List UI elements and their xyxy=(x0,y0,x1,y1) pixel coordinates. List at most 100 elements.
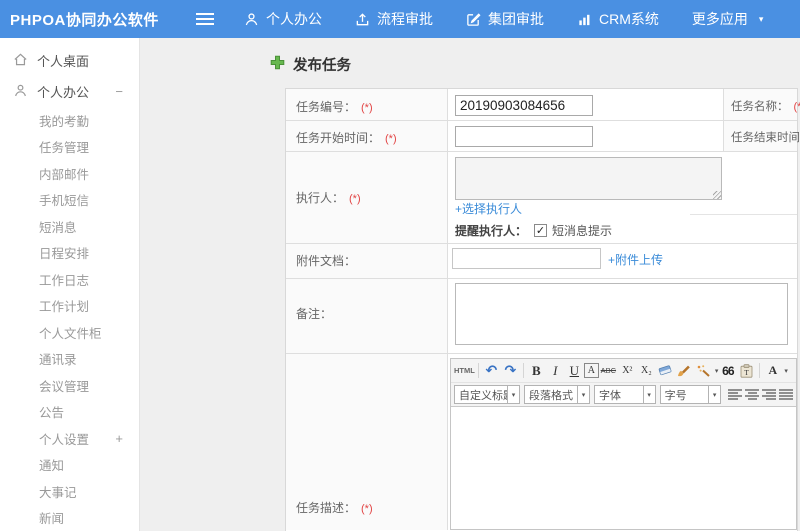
magic-wand-icon[interactable] xyxy=(694,361,713,380)
html-source-button[interactable]: HTML xyxy=(454,361,475,380)
sidebar-item-internal-mail[interactable]: 内部邮件 xyxy=(0,160,139,187)
remark-textarea[interactable] xyxy=(455,283,788,345)
sms-checkbox[interactable]: ✓ xyxy=(534,224,548,237)
dropdown-label: 段落格式 xyxy=(529,389,573,402)
sidebar-item-personal-settings[interactable]: 个人设置 + xyxy=(0,425,139,452)
choose-executor-link[interactable]: +选择执行人 xyxy=(455,200,522,217)
nav-crm-system[interactable]: CRM系统 xyxy=(577,9,659,29)
bold-button[interactable]: B xyxy=(527,361,546,380)
font-color-button[interactable]: A xyxy=(763,361,782,380)
font-family-dropdown[interactable]: 字体 ▾ xyxy=(594,385,656,404)
italic-button[interactable]: I xyxy=(546,361,565,380)
sidebar-item-contacts[interactable]: 通讯录 xyxy=(0,346,139,373)
caret-down-icon: ▾ xyxy=(758,13,764,24)
caret-down-icon: ▾ xyxy=(507,386,519,403)
remark-label: 备注： xyxy=(296,307,333,321)
align-right-icon[interactable] xyxy=(762,389,777,400)
row-divider xyxy=(690,214,797,215)
svg-text:T: T xyxy=(745,368,750,377)
editor-content[interactable] xyxy=(451,407,796,529)
rich-text-editor: HTML ↶ ↷ B I U A ABC X² X₂ ▾ 66 T A ▾ 自定… xyxy=(450,358,797,530)
sidebar-item-schedule[interactable]: 日程安排 xyxy=(0,240,139,267)
nav-more-apps[interactable]: 更多应用 ▾ xyxy=(692,9,764,29)
expand-icon[interactable]: + xyxy=(115,431,123,446)
subscript-button[interactable]: X₂ xyxy=(637,361,656,380)
sidebar-item-label: 个人办公 xyxy=(37,85,90,100)
sidebar-item-work-plan[interactable]: 工作计划 xyxy=(0,293,139,320)
font-name-button[interactable]: A xyxy=(583,363,599,378)
page-title-row: 发布任务 xyxy=(270,54,351,75)
task-number-input[interactable] xyxy=(455,95,593,116)
sidebar-item-label: 个人设置 xyxy=(39,432,90,447)
underline-button[interactable]: U xyxy=(565,361,584,380)
caret-down-icon[interactable]: ▾ xyxy=(784,367,788,375)
strikethrough-button[interactable]: ABC xyxy=(599,361,618,380)
sms-checkbox-label: 短消息提示 xyxy=(552,224,613,238)
resize-grip[interactable] xyxy=(713,191,721,199)
menu-toggle-icon[interactable] xyxy=(196,13,214,25)
sidebar-item-memorabilia[interactable]: 大事记 xyxy=(0,478,139,505)
sidebar-item-label: 日程安排 xyxy=(39,247,90,262)
attachment-input[interactable] xyxy=(452,248,601,269)
nav-label: 集团审批 xyxy=(488,11,544,27)
row-divider xyxy=(286,151,797,152)
paragraph-format-dropdown[interactable]: 段落格式 ▾ xyxy=(524,385,590,404)
sidebar-item-meeting-management[interactable]: 会议管理 xyxy=(0,372,139,399)
sidebar-item-label: 公告 xyxy=(39,406,65,421)
task-form: 任务编号： (*) 任务开始时间： (*) 执行人： (*) 附件文档： 备注： 任务… xyxy=(285,88,800,531)
home-icon xyxy=(13,52,28,70)
blockquote-button[interactable]: 66 xyxy=(718,361,737,380)
sidebar-item-news[interactable]: 新闻 xyxy=(0,505,139,531)
row-divider xyxy=(286,353,797,354)
required-mark: (*) xyxy=(793,101,800,113)
align-justify-icon[interactable] xyxy=(779,389,794,400)
executor-label: 执行人： (*) xyxy=(296,191,361,205)
sidebar-item-announcement[interactable]: 公告 xyxy=(0,399,139,426)
paste-plain-icon[interactable]: T xyxy=(737,361,756,380)
app-logo: PHPOA协同办公软件 xyxy=(10,11,159,29)
edit-icon xyxy=(466,12,481,27)
remind-executor-row: 提醒执行人： ✓ 短消息提示 xyxy=(455,222,612,239)
nav-label: 流程审批 xyxy=(377,11,433,27)
sidebar-item-personal-desktop[interactable]: 个人桌面 xyxy=(0,45,139,76)
nav-process-approval[interactable]: 流程审批 xyxy=(355,9,433,29)
start-time-input[interactable] xyxy=(455,126,593,147)
sidebar-item-short-message[interactable]: 短消息 xyxy=(0,213,139,240)
upload-icon xyxy=(355,12,370,27)
font-size-dropdown[interactable]: 字号 ▾ xyxy=(659,385,722,404)
required-mark: (*) xyxy=(361,102,373,114)
sidebar-item-my-attendance[interactable]: 我的考勤 xyxy=(0,107,139,134)
task-name-label: 任务名称：(*) xyxy=(731,98,800,114)
redo-icon[interactable]: ↷ xyxy=(501,361,520,380)
remind-executor-label: 提醒执行人： xyxy=(455,224,528,238)
align-center-icon[interactable] xyxy=(745,389,760,400)
sidebar-item-label: 工作计划 xyxy=(39,300,90,315)
sidebar-item-label: 手机短信 xyxy=(39,194,90,209)
user-icon xyxy=(244,12,259,27)
bar-chart-icon xyxy=(577,12,592,27)
sidebar-item-label: 通讯录 xyxy=(39,353,77,368)
sidebar-item-personal-office[interactable]: 个人办公 − xyxy=(0,76,139,107)
sidebar-item-phone-sms[interactable]: 手机短信 xyxy=(0,187,139,214)
nav-personal-office[interactable]: 个人办公 xyxy=(244,9,322,29)
eraser-icon[interactable] xyxy=(656,361,675,380)
page-title: 发布任务 xyxy=(293,58,351,74)
sidebar-item-label: 大事记 xyxy=(39,485,77,500)
attachment-upload-link[interactable]: +附件上传 xyxy=(608,251,663,268)
sidebar-item-label: 工作日志 xyxy=(39,273,90,288)
top-header: PHPOA协同办公软件 个人办公 流程审批 集团审批 CRM系统 更多应用 ▾ xyxy=(0,0,800,38)
executor-textarea[interactable] xyxy=(455,157,722,200)
undo-icon[interactable]: ↶ xyxy=(482,361,501,380)
align-left-icon[interactable] xyxy=(728,389,743,400)
collapse-icon[interactable]: − xyxy=(115,84,123,99)
sidebar-item-task-management[interactable]: 任务管理 xyxy=(0,134,139,161)
sidebar-item-notice[interactable]: 通知 xyxy=(0,452,139,479)
start-time-label: 任务开始时间： (*) xyxy=(296,131,397,145)
dropdown-label: 字体 xyxy=(599,389,621,402)
superscript-button[interactable]: X² xyxy=(618,361,637,380)
sidebar-item-work-log[interactable]: 工作日志 xyxy=(0,266,139,293)
format-brush-icon[interactable] xyxy=(675,361,694,380)
sidebar-item-personal-files[interactable]: 个人文件柜 xyxy=(0,319,139,346)
heading-dropdown[interactable]: 自定义标题 ▾ xyxy=(454,385,520,404)
nav-group-approval[interactable]: 集团审批 xyxy=(466,9,544,29)
